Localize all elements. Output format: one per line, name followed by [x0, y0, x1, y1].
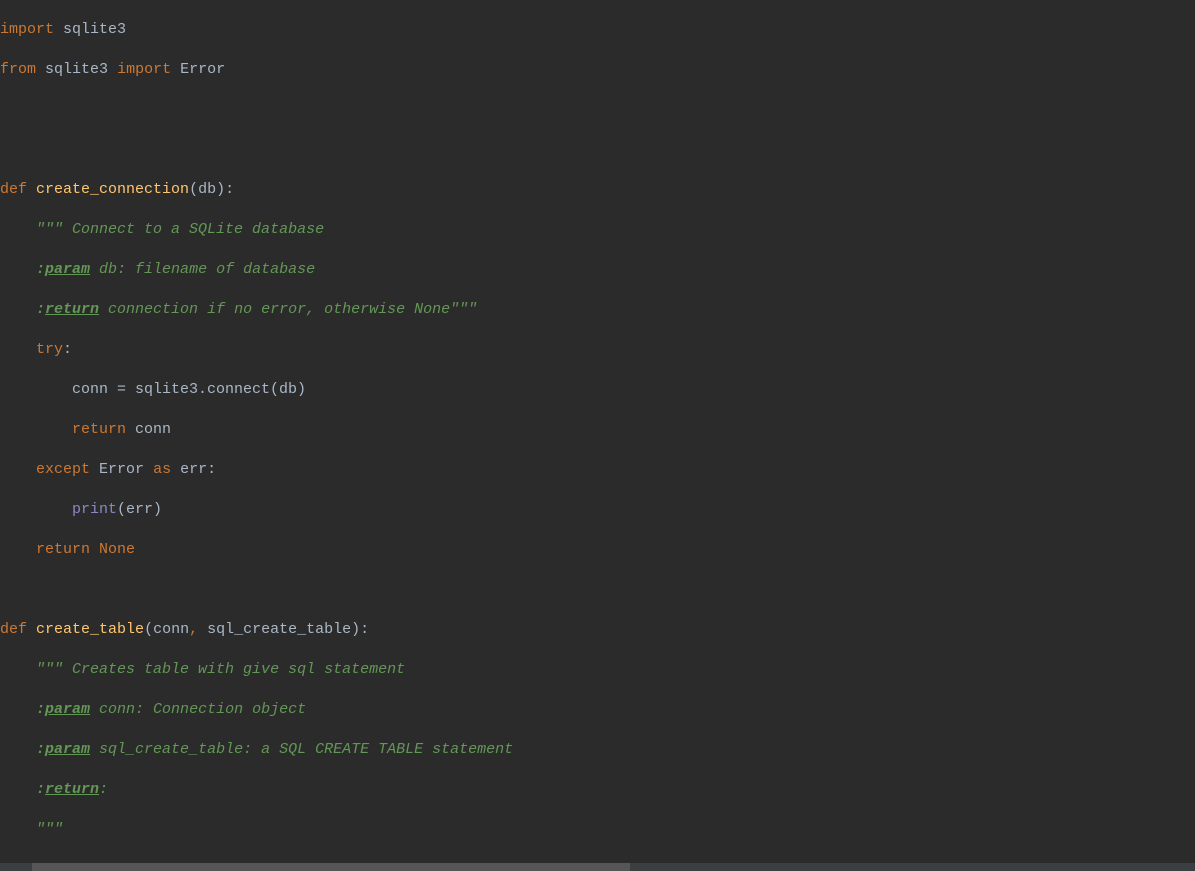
code-line: import sqlite3 — [0, 20, 1195, 40]
code-line: :return connection if no error, otherwis… — [0, 300, 1195, 320]
code-line: conn = sqlite3.connect(db) — [0, 380, 1195, 400]
code-line: """ — [0, 820, 1195, 840]
code-line — [0, 580, 1195, 600]
function-name: create_connection — [36, 181, 189, 198]
code-line: except Error as err: — [0, 460, 1195, 480]
code-line: """ Connect to a SQLite database — [0, 220, 1195, 240]
code-line: return None — [0, 540, 1195, 560]
code-editor[interactable]: import sqlite3 from sqlite3 import Error… — [0, 0, 1195, 863]
code-line: :param db: filename of database — [0, 260, 1195, 280]
code-line — [0, 100, 1195, 120]
code-line: :param conn: Connection object — [0, 700, 1195, 720]
horizontal-scrollbar[interactable] — [0, 863, 1195, 871]
code-line: :return: — [0, 780, 1195, 800]
code-line: print(err) — [0, 500, 1195, 520]
scrollbar-thumb[interactable] — [32, 863, 630, 871]
function-name: create_table — [36, 621, 144, 638]
code-line: def create_connection(db): — [0, 180, 1195, 200]
code-line — [0, 140, 1195, 160]
keyword: import — [0, 21, 54, 38]
code-line: :param sql_create_table: a SQL CREATE TA… — [0, 740, 1195, 760]
code-line: try: — [0, 340, 1195, 360]
code-line: from sqlite3 import Error — [0, 60, 1195, 80]
code-line: def create_table(conn, sql_create_table)… — [0, 620, 1195, 640]
code-line: """ Creates table with give sql statemen… — [0, 660, 1195, 680]
code-line: return conn — [0, 420, 1195, 440]
